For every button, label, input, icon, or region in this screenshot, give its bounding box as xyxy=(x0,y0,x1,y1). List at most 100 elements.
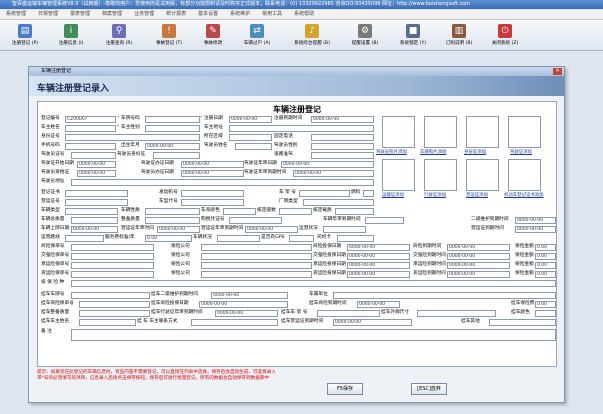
menu-item[interactable]: 业务管理 xyxy=(128,10,160,19)
driver-id-input[interactable] xyxy=(153,152,200,159)
ins-amount-input[interactable]: 0.00 xyxy=(535,262,556,269)
menu-item[interactable]: 常用工具 xyxy=(256,10,288,19)
vehicle-transfer-button[interactable]: ⇄ 车辆过户 (A) xyxy=(234,20,280,50)
ins-amount-input[interactable]: 0.00 xyxy=(535,253,556,260)
region-select[interactable] xyxy=(229,134,272,141)
remark-input[interactable] xyxy=(71,329,556,341)
op-review-exp-input[interactable]: 0000-00-00 xyxy=(245,226,298,233)
menu-item[interactable]: 基本设置 xyxy=(192,10,224,19)
license-photo-panel[interactable] xyxy=(508,116,541,148)
seats-input[interactable] xyxy=(279,208,312,215)
license-review-input[interactable]: 0000-00-00 xyxy=(281,161,374,168)
op-cert-input[interactable] xyxy=(65,199,128,206)
op-cert-panel[interactable] xyxy=(466,159,499,191)
ins-type-input[interactable] xyxy=(71,280,556,287)
frame-input[interactable] xyxy=(299,190,350,197)
ins-company-input[interactable] xyxy=(201,244,312,251)
owner-input[interactable] xyxy=(65,125,116,132)
system-reminder-button[interactable]: ♪ 系统综合提醒 (B) xyxy=(284,20,340,50)
op-review-input[interactable]: 0000-00-00 xyxy=(157,226,200,233)
trailer-maint-input[interactable]: 0000-00-00 xyxy=(211,292,288,299)
reminder-settings-button[interactable]: ⚙ 提醒设置 (B) xyxy=(342,20,388,50)
vehicle-photo-panel[interactable] xyxy=(424,116,457,148)
gps-select[interactable] xyxy=(289,235,314,242)
license-start-input[interactable]: 0000-00-00 xyxy=(77,161,116,168)
route-input[interactable] xyxy=(65,235,104,242)
save-button[interactable]: F5保存 xyxy=(327,383,363,395)
vehicle-unit-input[interactable] xyxy=(333,292,556,299)
ins-company-input[interactable] xyxy=(201,271,312,278)
driver-cert-input[interactable] xyxy=(71,152,116,159)
annual-exp-input[interactable] xyxy=(365,217,404,224)
register-info-button[interactable]: i 注册信息 (I) xyxy=(48,20,94,50)
qualification-review-input[interactable]: 0000-00-00 xyxy=(293,170,374,177)
driver-gender-select[interactable] xyxy=(311,143,374,150)
owner-address-input[interactable] xyxy=(229,125,374,132)
service-fee-input[interactable]: 0.00 xyxy=(145,235,192,242)
plate-date-input[interactable]: 0000-00-00 xyxy=(71,226,118,233)
system-lock-button[interactable]: ■ 系统锁定 (Y) xyxy=(390,20,436,50)
curb-mass-input[interactable] xyxy=(145,217,200,224)
menu-item[interactable]: 档案管理 xyxy=(96,10,128,19)
ins-amount-input[interactable]: 0.00 xyxy=(535,244,556,251)
accident-register-button[interactable]: ! 事故登记 (T) xyxy=(146,20,192,50)
trailer-size-input[interactable] xyxy=(417,310,496,317)
order-info-button[interactable]: ▥ 订购说明 (B) xyxy=(436,20,482,50)
reg-book-input[interactable] xyxy=(65,190,128,197)
transport-cert-panel[interactable] xyxy=(382,159,415,191)
trailer-color-input[interactable] xyxy=(535,310,556,317)
menu-item[interactable]: 系统管理 xyxy=(0,10,32,19)
id-card-add-link[interactable]: 身份证添加 xyxy=(464,149,486,155)
id-number-input[interactable] xyxy=(65,134,200,141)
ins-amount-input[interactable]: 0.00 xyxy=(535,271,556,278)
ins-policy-input[interactable] xyxy=(71,244,154,251)
driver-address-input[interactable] xyxy=(71,179,374,186)
ins-exp-input[interactable]: 0000-00-00 xyxy=(447,262,510,269)
ins-company-input[interactable] xyxy=(201,262,312,269)
vehicle-status-select[interactable] xyxy=(217,235,260,242)
reg-cert-add-link[interactable]: 机动车登记证书添加 xyxy=(504,192,544,198)
close-icon[interactable]: ✕ xyxy=(553,68,562,75)
trailer-ins-date-input[interactable]: 0000-00-00 xyxy=(199,301,288,308)
op-status-select[interactable] xyxy=(323,226,366,233)
ins-date-input[interactable]: 0000-00-00 xyxy=(347,271,410,278)
engine-input[interactable] xyxy=(181,190,244,197)
trailer-other-input[interactable] xyxy=(489,319,556,326)
menu-item[interactable]: 系统维护 xyxy=(224,10,256,19)
license-issue-input[interactable]: 0000-00-00 xyxy=(181,161,244,168)
qualification-input[interactable]: 0000-00-00 xyxy=(77,170,116,177)
birth-input[interactable]: 0000-00-00 xyxy=(145,143,200,150)
driving-permit-add-link[interactable]: 行驶证添加 xyxy=(424,192,446,198)
driver-photo-add-link[interactable]: 驾驶员照片添加 xyxy=(376,149,407,155)
menu-item[interactable]: 统计报表 xyxy=(160,10,192,19)
ins-date-input[interactable]: 0000-00-00 xyxy=(347,262,410,269)
ins-date-input[interactable]: 0000-00-00 xyxy=(347,244,410,251)
ins-company-input[interactable] xyxy=(201,253,312,260)
reg-no-input[interactable]: CZ00007 xyxy=(65,116,116,123)
trailer-mass-input[interactable] xyxy=(79,310,150,317)
maint-date-input[interactable]: 0000-00-00 xyxy=(515,217,556,224)
driver-card-input[interactable] xyxy=(337,235,374,242)
owner-gender-select[interactable] xyxy=(145,125,200,132)
vehicle-type-select[interactable] xyxy=(65,208,118,215)
register-query-button[interactable]: ⚲ 注册查询 (R) xyxy=(96,20,142,50)
ins-policy-input[interactable] xyxy=(71,262,154,269)
menu-item[interactable]: 日常管理 xyxy=(32,10,64,19)
register-button[interactable]: ▤ 注册登记 (P) xyxy=(2,20,48,50)
load-input[interactable] xyxy=(335,208,374,215)
trailer-owner-input[interactable] xyxy=(79,319,136,326)
vehicle-model-input[interactable] xyxy=(181,199,244,206)
close-system-button[interactable]: ⏻ 关闭系统 (Z) xyxy=(482,20,528,50)
op-valid-input[interactable]: 0000-00-00 xyxy=(515,226,556,233)
mobile-input[interactable] xyxy=(65,143,116,150)
ins-exp-input[interactable]: 0000-00-00 xyxy=(447,271,510,278)
trailer-plate-input[interactable] xyxy=(71,292,150,299)
menu-item[interactable]: 系统帮助 xyxy=(288,10,320,19)
purchase-tax-input[interactable] xyxy=(229,217,282,224)
driver-name-input[interactable] xyxy=(235,143,272,150)
ins-policy-input[interactable] xyxy=(71,271,154,278)
transport-cert-add-link[interactable]: 运输证添加 xyxy=(382,192,404,198)
reg-exp-input[interactable]: 0000-00-00 xyxy=(311,116,374,123)
total-mass-input[interactable] xyxy=(71,217,118,224)
ins-exp-input[interactable]: 0000-00-00 xyxy=(447,244,510,251)
